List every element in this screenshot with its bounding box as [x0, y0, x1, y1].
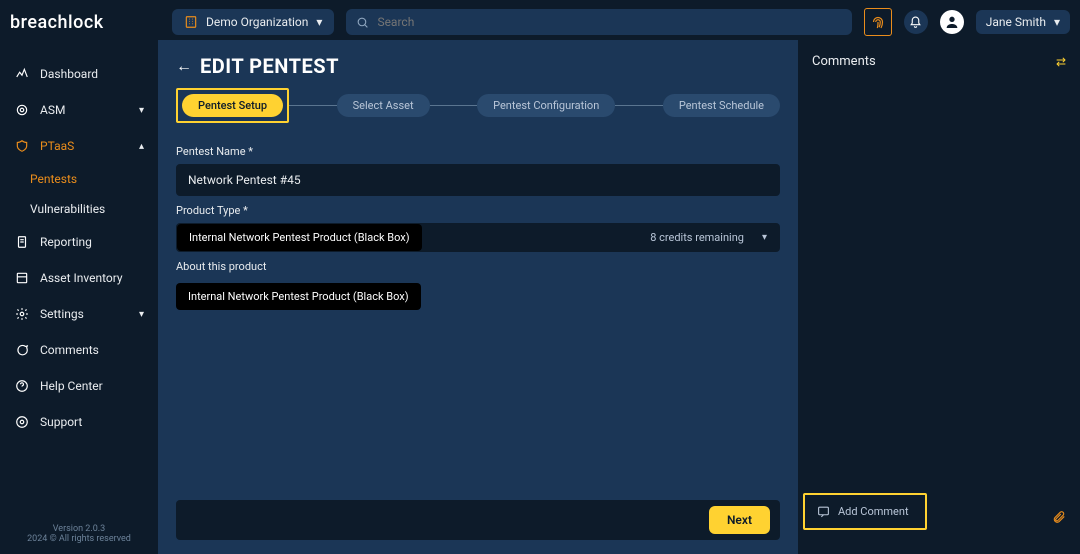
brand-logo: breachlock: [10, 12, 160, 33]
step-pentest-schedule[interactable]: Pentest Schedule: [663, 94, 780, 117]
product-value: Internal Network Pentest Product (Black …: [177, 224, 422, 251]
help-icon: [14, 378, 30, 394]
nav-label: ASM: [40, 103, 65, 117]
add-comment-input[interactable]: Add Comment: [809, 499, 921, 524]
stepper: Pentest Setup Select Asset Pentest Confi…: [176, 88, 780, 123]
back-arrow-icon[interactable]: ←: [176, 56, 192, 76]
pentest-name-label: Pentest Name *: [176, 145, 780, 158]
search-field[interactable]: [346, 9, 851, 35]
search-icon: [356, 16, 369, 29]
document-icon: [14, 234, 30, 250]
nav-label: Settings: [40, 307, 84, 321]
form-pane: ← EDIT PENTEST Pentest Setup Select Asse…: [158, 40, 798, 554]
sidebar: Dashboard ASM ▾ PTaaS ▴ Pentests Vulnera…: [0, 40, 158, 554]
next-button[interactable]: Next: [709, 506, 770, 534]
chevron-down-icon: ▾: [762, 232, 779, 243]
nav-label: Asset Inventory: [40, 271, 123, 285]
nav-label: Reporting: [40, 235, 92, 249]
topbar: breachlock Demo Organization ▾ Jane Smit…: [0, 4, 1080, 40]
dashboard-icon: [14, 66, 30, 82]
step-select-asset[interactable]: Select Asset: [337, 94, 430, 117]
user-menu[interactable]: Jane Smith ▾: [976, 10, 1070, 34]
product-type-select[interactable]: Internal Network Pentest Product (Black …: [176, 223, 780, 252]
shield-icon: [14, 138, 30, 154]
search-input[interactable]: [377, 15, 841, 29]
about-product-label: About this product: [176, 260, 780, 273]
chevron-down-icon: ▾: [316, 15, 322, 29]
support-icon: [14, 414, 30, 430]
sidebar-item-help[interactable]: Help Center: [0, 368, 158, 404]
step-connector: [289, 105, 337, 106]
copyright-text: 2024 © All rights reserved: [0, 534, 158, 544]
pentest-name-input[interactable]: [176, 164, 780, 196]
inventory-icon: [14, 270, 30, 286]
nav-label: Dashboard: [40, 67, 98, 81]
chevron-down-icon: ▾: [139, 309, 144, 320]
notifications-button[interactable]: [904, 10, 928, 34]
org-name: Demo Organization: [206, 15, 308, 29]
chevron-down-icon: ▾: [139, 105, 144, 116]
avatar[interactable]: [940, 10, 964, 34]
sidebar-item-ptaas[interactable]: PTaaS ▴: [0, 128, 158, 164]
user-name: Jane Smith: [986, 15, 1046, 29]
attachment-icon[interactable]: [1052, 510, 1066, 524]
chevron-down-icon: ▾: [1054, 15, 1060, 29]
comments-panel: Comments ⇄ Add Comment: [798, 40, 1080, 554]
nav-label: Help Center: [40, 379, 103, 393]
gear-icon: [14, 306, 30, 322]
step-connector: [430, 105, 478, 106]
brand-text: breachlock: [10, 12, 104, 33]
chevron-up-icon: ▴: [139, 141, 144, 152]
comments-title: Comments: [812, 54, 876, 69]
bell-icon: [909, 16, 922, 29]
sidebar-item-support[interactable]: Support: [0, 404, 158, 440]
add-comment-placeholder: Add Comment: [838, 505, 909, 518]
sidebar-item-comments[interactable]: Comments: [0, 332, 158, 368]
nav-label: Comments: [40, 343, 99, 357]
about-product-value: Internal Network Pentest Product (Black …: [176, 283, 421, 310]
step-connector: [615, 105, 663, 106]
step-pentest-config[interactable]: Pentest Configuration: [477, 94, 615, 117]
swap-icon[interactable]: ⇄: [1056, 55, 1066, 69]
nav-label: Vulnerabilities: [30, 202, 105, 216]
nav-label: PTaaS: [40, 139, 74, 153]
target-icon: [14, 102, 30, 118]
fingerprint-icon[interactable]: [864, 8, 892, 36]
sidebar-subitem-vulnerabilities[interactable]: Vulnerabilities: [0, 194, 158, 224]
sidebar-item-settings[interactable]: Settings ▾: [0, 296, 158, 332]
sidebar-item-dashboard[interactable]: Dashboard: [0, 56, 158, 92]
page-title: EDIT PENTEST: [200, 54, 339, 78]
sidebar-item-asm[interactable]: ASM ▾: [0, 92, 158, 128]
comment-icon: [14, 342, 30, 358]
version-text: Version 2.0.3: [0, 524, 158, 534]
credits-remaining: 8 credits remaining: [650, 231, 752, 244]
nav-label: Support: [40, 415, 82, 429]
step-pentest-setup[interactable]: Pentest Setup: [182, 94, 283, 117]
sidebar-subitem-pentests[interactable]: Pentests: [0, 164, 158, 194]
sidebar-item-inventory[interactable]: Asset Inventory: [0, 260, 158, 296]
chat-icon: [817, 505, 830, 518]
sidebar-footer: Version 2.0.3 2024 © All rights reserved: [0, 516, 158, 554]
sidebar-item-reporting[interactable]: Reporting: [0, 224, 158, 260]
building-icon: [184, 15, 198, 29]
nav-label: Pentests: [30, 172, 77, 186]
org-selector[interactable]: Demo Organization ▾: [172, 9, 334, 35]
product-type-label: Product Type *: [176, 204, 780, 217]
form-footer: Next: [176, 500, 780, 540]
